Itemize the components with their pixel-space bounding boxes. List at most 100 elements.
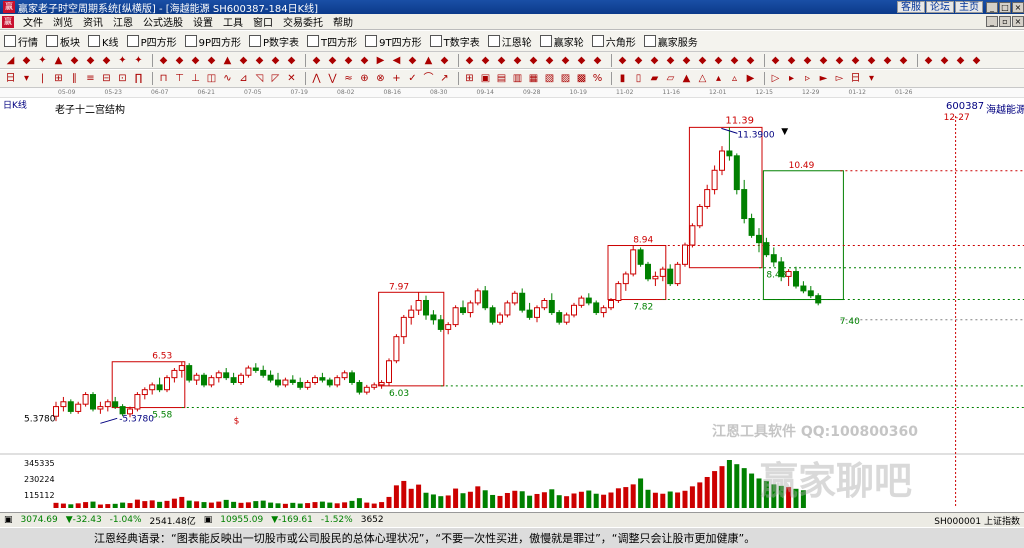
draw-tool-icon[interactable]: ◆ — [511, 54, 524, 67]
analysis-tool-icon[interactable]: ▰ — [648, 72, 661, 85]
analysis-tool-icon[interactable]: ▥ — [511, 72, 524, 85]
draw-tool-icon[interactable]: ◆ — [463, 54, 476, 67]
toolbar-button-5[interactable]: P数字表 — [249, 34, 299, 49]
draw-tool-icon[interactable]: ◆ — [479, 54, 492, 67]
menu-gann[interactable]: 江恩 — [108, 14, 138, 29]
link-support[interactable]: 客服 — [897, 1, 925, 13]
draw-tool-icon[interactable]: ◆ — [785, 54, 798, 67]
draw-tool-icon[interactable]: ◆ — [205, 54, 218, 67]
toolbar-button-9[interactable]: 江恩轮 — [487, 34, 532, 49]
draw-tool-icon[interactable]: ◆ — [591, 54, 604, 67]
analysis-tool-icon[interactable]: ▷ — [769, 72, 782, 85]
toolbar-button-1[interactable]: 板块 — [46, 34, 80, 49]
draw-tool-icon[interactable]: ◆ — [728, 54, 741, 67]
draw-tool-icon[interactable]: ◆ — [358, 54, 371, 67]
menu-help[interactable]: 帮助 — [328, 14, 358, 29]
analysis-tool-icon[interactable]: ▦ — [527, 72, 540, 85]
draw-tool-icon[interactable]: ◆ — [865, 54, 878, 67]
draw-tool-icon[interactable]: ◆ — [744, 54, 757, 67]
draw-tool-icon[interactable]: ◆ — [970, 54, 983, 67]
draw-tool-icon[interactable]: ◆ — [269, 54, 282, 67]
analysis-tool-icon[interactable]: ▹ — [801, 72, 814, 85]
analysis-tool-icon[interactable]: ✕ — [285, 72, 298, 85]
toolbar-button-4[interactable]: 9P四方形 — [184, 34, 241, 49]
draw-tool-icon[interactable]: ◆ — [632, 54, 645, 67]
draw-tool-icon[interactable]: ◆ — [801, 54, 814, 67]
draw-tool-icon[interactable]: ◆ — [712, 54, 725, 67]
toolbar-button-11[interactable]: 六角形 — [591, 34, 636, 49]
toolbar-button-0[interactable]: 行情 — [4, 34, 38, 49]
draw-tool-icon[interactable]: ◆ — [833, 54, 846, 67]
draw-tool-icon[interactable]: ◆ — [527, 54, 540, 67]
draw-tool-icon[interactable]: ✦ — [36, 54, 49, 67]
analysis-tool-icon[interactable]: ⋀ — [310, 72, 323, 85]
analysis-tool-icon[interactable]: 日 — [4, 72, 17, 85]
analysis-tool-icon[interactable]: ◫ — [205, 72, 218, 85]
mdi-restore-icon[interactable]: ▫ — [999, 16, 1011, 27]
draw-tool-icon[interactable]: ◆ — [616, 54, 629, 67]
analysis-tool-icon[interactable]: ⊡ — [116, 72, 129, 85]
analysis-tool-icon[interactable]: ▧ — [543, 72, 556, 85]
analysis-tool-icon[interactable]: ⊟ — [100, 72, 113, 85]
maximize-icon[interactable]: □ — [999, 1, 1011, 13]
analysis-tool-icon[interactable]: ◸ — [269, 72, 282, 85]
draw-tool-icon[interactable]: ◆ — [326, 54, 339, 67]
draw-tool-icon[interactable]: ◆ — [253, 54, 266, 67]
analysis-tool-icon[interactable]: ⊿ — [237, 72, 250, 85]
analysis-tool-icon[interactable]: | — [36, 72, 49, 85]
draw-tool-icon[interactable]: ◆ — [664, 54, 677, 67]
analysis-tool-icon[interactable]: ► — [817, 72, 830, 85]
analysis-tool-icon[interactable]: ▾ — [20, 72, 33, 85]
analysis-tool-icon[interactable]: ◹ — [253, 72, 266, 85]
menu-trade[interactable]: 交易委托 — [278, 14, 328, 29]
analysis-tool-icon[interactable]: △ — [696, 72, 709, 85]
minimize-icon[interactable]: _ — [986, 1, 998, 13]
analysis-tool-icon[interactable]: ∿ — [221, 72, 234, 85]
analysis-tool-icon[interactable]: ▾ — [865, 72, 878, 85]
draw-tool-icon[interactable]: ◆ — [237, 54, 250, 67]
draw-tool-icon[interactable]: ◆ — [680, 54, 693, 67]
draw-tool-icon[interactable]: ✦ — [116, 54, 129, 67]
draw-tool-icon[interactable]: ◆ — [954, 54, 967, 67]
toolbar-button-12[interactable]: 赢家服务 — [643, 34, 698, 49]
menu-tools[interactable]: 工具 — [218, 14, 248, 29]
analysis-tool-icon[interactable]: + — [390, 72, 403, 85]
menu-formula[interactable]: 公式选股 — [138, 14, 188, 29]
analysis-tool-icon[interactable]: ⊓ — [157, 72, 170, 85]
draw-tool-icon[interactable]: ◆ — [543, 54, 556, 67]
analysis-tool-icon[interactable]: ▯ — [632, 72, 645, 85]
menu-browse[interactable]: 浏览 — [48, 14, 78, 29]
draw-tool-icon[interactable]: ◆ — [696, 54, 709, 67]
analysis-tool-icon[interactable]: ⊞ — [52, 72, 65, 85]
analysis-tool-icon[interactable]: ≡ — [84, 72, 97, 85]
menu-file[interactable]: 文件 — [18, 14, 48, 29]
draw-tool-icon[interactable]: ◆ — [648, 54, 661, 67]
menu-settings[interactable]: 设置 — [188, 14, 218, 29]
draw-tool-icon[interactable]: ◆ — [438, 54, 451, 67]
analysis-tool-icon[interactable]: ≈ — [342, 72, 355, 85]
close-icon[interactable]: × — [1012, 1, 1024, 13]
analysis-tool-icon[interactable]: ▣ — [479, 72, 492, 85]
draw-tool-icon[interactable]: ◆ — [20, 54, 33, 67]
analysis-tool-icon[interactable]: ⌒ — [422, 72, 435, 85]
link-forum[interactable]: 论坛 — [926, 1, 954, 13]
draw-tool-icon[interactable]: ◆ — [849, 54, 862, 67]
draw-tool-icon[interactable]: ▲ — [52, 54, 65, 67]
draw-tool-icon[interactable]: ◀ — [390, 54, 403, 67]
analysis-tool-icon[interactable]: ⋁ — [326, 72, 339, 85]
draw-tool-icon[interactable]: ◆ — [100, 54, 113, 67]
analysis-tool-icon[interactable]: 日 — [849, 72, 862, 85]
analysis-tool-icon[interactable]: ▶ — [744, 72, 757, 85]
draw-tool-icon[interactable]: ◆ — [406, 54, 419, 67]
draw-tool-icon[interactable]: ◆ — [881, 54, 894, 67]
analysis-tool-icon[interactable]: ▴ — [712, 72, 725, 85]
index-selector[interactable]: SH000001 上证指数 — [930, 514, 1024, 527]
analysis-tool-icon[interactable]: ▻ — [833, 72, 846, 85]
toolbar-button-6[interactable]: T四方形 — [307, 34, 357, 49]
analysis-tool-icon[interactable]: ∥ — [68, 72, 81, 85]
draw-tool-icon[interactable]: ◆ — [559, 54, 572, 67]
mdi-minimize-icon[interactable]: _ — [986, 16, 998, 27]
draw-tool-icon[interactable]: ◆ — [68, 54, 81, 67]
draw-tool-icon[interactable]: ◆ — [157, 54, 170, 67]
mdi-close-icon[interactable]: × — [1012, 16, 1024, 27]
